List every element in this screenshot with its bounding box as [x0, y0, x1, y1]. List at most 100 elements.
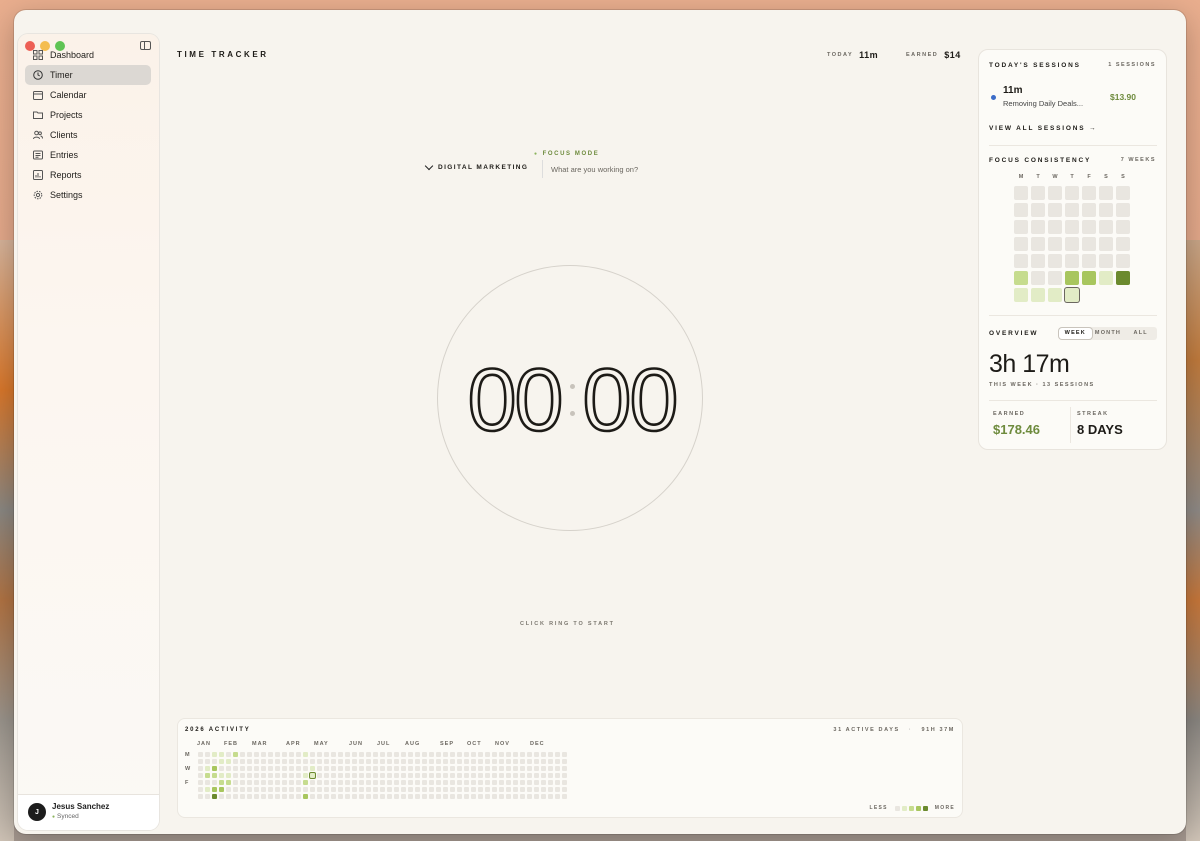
activity-day-cell: [394, 759, 399, 764]
avatar: J: [28, 803, 46, 821]
activity-day-cell: [513, 759, 518, 764]
consistency-day-cell: [1065, 203, 1079, 217]
activity-day-cell: [506, 773, 511, 778]
activity-day-cell: [457, 752, 462, 757]
consistency-day-cell: [1031, 186, 1045, 200]
consistency-day-cell: [1031, 271, 1045, 285]
activity-day-cell: [513, 780, 518, 785]
activity-day-cell: [478, 752, 483, 757]
activity-day-cell: [471, 794, 476, 799]
activity-day-cell: [317, 766, 322, 771]
activity-day-cell: [541, 780, 546, 785]
activity-day-cell: [394, 773, 399, 778]
activity-day-cell: [394, 780, 399, 785]
consistency-day-cell: [1082, 237, 1096, 251]
focus-mode-label: FOCUS MODE: [534, 151, 599, 157]
activity-day-cell: [233, 794, 238, 799]
activity-day-cell: [226, 787, 231, 792]
activity-day-cell: [401, 773, 406, 778]
activity-day-cell: [541, 787, 546, 792]
sidebar-item-calendar[interactable]: Calendar: [25, 85, 151, 105]
activity-day-cell: [310, 759, 315, 764]
activity-day-cell: [247, 773, 252, 778]
activity-day-cell: [555, 773, 560, 778]
overview-subtitle: THIS WEEK · 13 SESSIONS: [989, 382, 1095, 388]
sidebar-item-projects[interactable]: Projects: [25, 105, 151, 125]
activity-day-cell: [499, 794, 504, 799]
list-icon: [33, 150, 43, 160]
activity-day-cell: [429, 766, 434, 771]
weekday-label: F: [1087, 174, 1091, 180]
activity-day-cell: [240, 759, 245, 764]
consistency-day-cell: [1048, 220, 1062, 234]
activity-day-cell: [275, 766, 280, 771]
activity-day-cell: [485, 773, 490, 778]
activity-day-cell: [401, 752, 406, 757]
activity-day-cell: [492, 794, 497, 799]
tab-all[interactable]: ALL: [1124, 328, 1157, 339]
user-profile[interactable]: J Jesus Sanchez Synced: [18, 794, 159, 830]
activity-title: 2026 ACTIVITY: [185, 727, 251, 733]
activity-day-cell: [345, 787, 350, 792]
consistency-day-cell: [1031, 203, 1045, 217]
activity-day-cell: [464, 773, 469, 778]
consistency-day-cell: [1014, 271, 1028, 285]
activity-day-cell: [317, 752, 322, 757]
activity-day-cell: [352, 787, 357, 792]
sidebar-item-timer[interactable]: Timer: [25, 65, 151, 85]
activity-day-cell: [387, 780, 392, 785]
session-name: Removing Daily Deals...: [1003, 99, 1084, 108]
sidebar-item-dashboard[interactable]: Dashboard: [25, 45, 151, 65]
month-label: NOV: [495, 741, 510, 747]
tab-month[interactable]: MONTH: [1092, 328, 1125, 339]
activity-day-cell: [408, 780, 413, 785]
activity-day-cell: [471, 752, 476, 757]
overview-earned-value: $178.46: [993, 422, 1040, 437]
sidebar-item-clients[interactable]: Clients: [25, 125, 151, 145]
activity-day-cell: [408, 766, 413, 771]
activity-day-cell: [548, 787, 553, 792]
sidebar-item-reports[interactable]: Reports: [25, 165, 151, 185]
consistency-day-cell: [1116, 220, 1130, 234]
activity-day-cell: [401, 759, 406, 764]
activity-day-cell: [408, 787, 413, 792]
activity-day-cell: [520, 794, 525, 799]
consistency-day-cell: [1014, 288, 1028, 302]
activity-day-cell: [366, 794, 371, 799]
legend-swatch: [908, 805, 914, 811]
activity-day-cell: [289, 759, 294, 764]
consistency-day-cell: [1065, 237, 1079, 251]
activity-day-cell: [303, 766, 308, 771]
desktop-wallpaper-right: [1186, 240, 1200, 841]
activity-day-cell: [443, 766, 448, 771]
consistency-day-cell: [1099, 271, 1113, 285]
timer-seconds: 00: [581, 349, 679, 451]
tab-week[interactable]: WEEK: [1059, 328, 1092, 339]
activity-day-cell: [457, 794, 462, 799]
activity-day-cell: [443, 780, 448, 785]
sidebar-item-settings[interactable]: Settings: [25, 185, 151, 205]
activity-day-cell: [212, 759, 217, 764]
timer-display: 00 00: [457, 349, 687, 451]
activity-day-cell: [471, 766, 476, 771]
activity-day-cell: [359, 752, 364, 757]
sidebar-item-entries[interactable]: Entries: [25, 145, 151, 165]
activity-day-cell: [338, 794, 343, 799]
activity-day-cell: [310, 780, 315, 785]
view-all-sessions-link[interactable]: VIEW ALL SESSIONS →: [989, 125, 1097, 132]
activity-day-cell: [317, 759, 322, 764]
activity-day-cell: [275, 794, 280, 799]
start-hint: CLICK RING TO START: [520, 621, 615, 627]
activity-day-cell: [555, 766, 560, 771]
activity-day-cell: [261, 780, 266, 785]
activity-day-cell: [240, 766, 245, 771]
project-selector[interactable]: DIGITAL MARKETING: [424, 161, 528, 171]
activity-day-cell: [219, 787, 224, 792]
consistency-day-cell: [1065, 288, 1079, 302]
consistency-day-cell: [1116, 186, 1130, 200]
task-input[interactable]: [542, 160, 682, 178]
consistency-day-cell: [1014, 203, 1028, 217]
sidebar-item-label: Settings: [50, 190, 83, 200]
consistency-day-cell: [1048, 288, 1062, 302]
weekday-label: M: [1018, 174, 1024, 180]
